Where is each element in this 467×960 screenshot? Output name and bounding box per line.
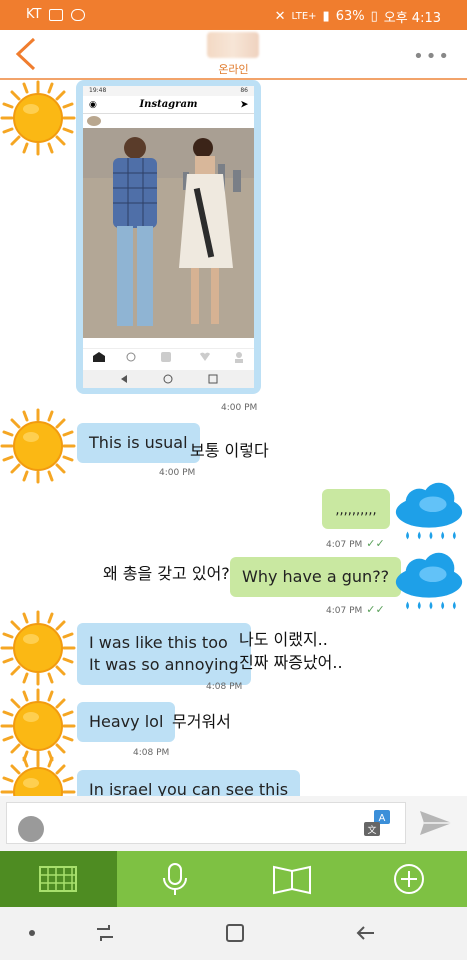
keyboard-icon[interactable]: [38, 861, 78, 897]
cloud-avatar-icon[interactable]: [390, 550, 467, 618]
plus-circle-icon[interactable]: [389, 861, 429, 897]
time-text: 4:07 PM: [326, 540, 363, 550]
send-icon[interactable]: [416, 808, 456, 838]
network-label: LTE+: [291, 11, 317, 22]
more-dots-icon[interactable]: •••: [413, 46, 451, 67]
message-input[interactable]: [6, 802, 406, 844]
battery-percent: 63%: [335, 9, 365, 24]
translate-icon[interactable]: A 文: [362, 808, 392, 838]
message-bubble[interactable]: In israel you can see this: [77, 770, 301, 796]
message-bubble[interactable]: I was like this too It was so annoying: [77, 623, 251, 685]
signal-icon: ▮: [322, 9, 330, 24]
mute-icon: ✕: [274, 9, 286, 24]
message-text: Why have a gun??: [242, 567, 390, 586]
home-icon[interactable]: [223, 921, 247, 945]
cloud-avatar-icon[interactable]: [390, 480, 467, 548]
sun-avatar-icon[interactable]: [0, 408, 76, 484]
sun-avatar-icon[interactable]: [0, 80, 76, 156]
emoticon-icon[interactable]: [18, 816, 44, 842]
system-nav-bar: [0, 907, 467, 960]
gallery-icon: [49, 8, 64, 21]
message-bubble[interactable]: Heavy lol: [77, 702, 176, 742]
message-time: 4:07 PM ✓✓: [326, 537, 385, 550]
sun-avatar-icon[interactable]: [0, 754, 76, 796]
back-icon[interactable]: [354, 921, 378, 945]
chat-header: 온라인 •••: [0, 30, 467, 80]
screenshot-system-nav: [83, 370, 254, 388]
time-text: 4:07 PM: [326, 606, 363, 616]
double-check-icon: ✓✓: [366, 603, 385, 616]
clock: 오후 4:13: [383, 11, 441, 26]
message-text: Heavy lol: [89, 712, 164, 731]
korean-note: 나도 이랬지..: [239, 630, 328, 649]
korean-note: 진짜 짜증났어..: [239, 653, 343, 672]
korean-note: 보통 이렇다: [190, 441, 269, 460]
korean-note: 무거워서: [172, 712, 231, 731]
message-input-bar: A 文: [0, 796, 467, 851]
microphone-icon[interactable]: [155, 861, 195, 897]
message-text-line: It was so annoying: [89, 655, 239, 674]
keyboard-toolbar: [0, 851, 467, 907]
message-text: In israel you can see this: [89, 780, 289, 796]
instagram-title: Instagram: [139, 99, 198, 110]
profile-thumb: [87, 116, 101, 126]
svg-text:A: A: [379, 813, 386, 824]
message-text-line: I was like this too: [89, 633, 228, 652]
message-text: ,,,,,,,,,,: [335, 503, 377, 518]
sun-avatar-icon[interactable]: [0, 688, 76, 764]
message-time: 4:07 PM ✓✓: [326, 603, 385, 616]
post-photo: [83, 128, 254, 338]
recent-apps-icon[interactable]: [93, 921, 117, 945]
double-check-icon: ✓✓: [366, 537, 385, 550]
korean-note: 왜 총을 갖고 있어?: [103, 564, 230, 583]
battery-icon: ▯: [370, 9, 378, 24]
screenshot-battery: 86: [240, 87, 248, 94]
svg-text:文: 文: [367, 824, 376, 836]
message-bubble[interactable]: ,,,,,,,,,,: [322, 489, 390, 529]
shared-screenshot: 19:48 86 ◉ Instagram ➤: [83, 86, 254, 388]
image-message[interactable]: 19:48 86 ◉ Instagram ➤: [76, 80, 261, 394]
message-time: 4:08 PM: [133, 748, 170, 758]
screenshot-status-bar: 19:48 86: [83, 86, 254, 96]
online-status: 온라인: [218, 63, 249, 76]
screenshot-time: 19:48: [89, 87, 107, 94]
book-icon[interactable]: [272, 861, 312, 897]
camera-icon: ◉: [89, 100, 97, 110]
dot-icon[interactable]: [20, 921, 44, 945]
instagram-header: ◉ Instagram ➤: [83, 96, 254, 114]
direct-icon: ➤: [240, 100, 248, 110]
message-bubble[interactable]: This is usual: [77, 423, 200, 463]
message-text: This is usual: [89, 433, 188, 452]
message-time: 4:00 PM: [159, 468, 196, 478]
sun-avatar-icon[interactable]: [0, 610, 76, 686]
talk-notification-icon: [71, 8, 86, 21]
message-time: 4:08 PM: [206, 682, 243, 692]
contact-name-blurred[interactable]: [207, 32, 259, 58]
photo-illustration: [83, 128, 254, 338]
message-bubble[interactable]: Why have a gun??: [230, 557, 402, 597]
instagram-tabbar: [83, 348, 254, 363]
status-bar: KT ✕ LTE+ ▮ 63% ▯ 오후 4:13: [0, 0, 467, 30]
message-list[interactable]: 19:48 86 ◉ Instagram ➤ 4:00 PM This is u…: [0, 80, 467, 796]
message-time: 4:00 PM: [221, 403, 258, 413]
carrier-label: KT: [26, 7, 42, 22]
